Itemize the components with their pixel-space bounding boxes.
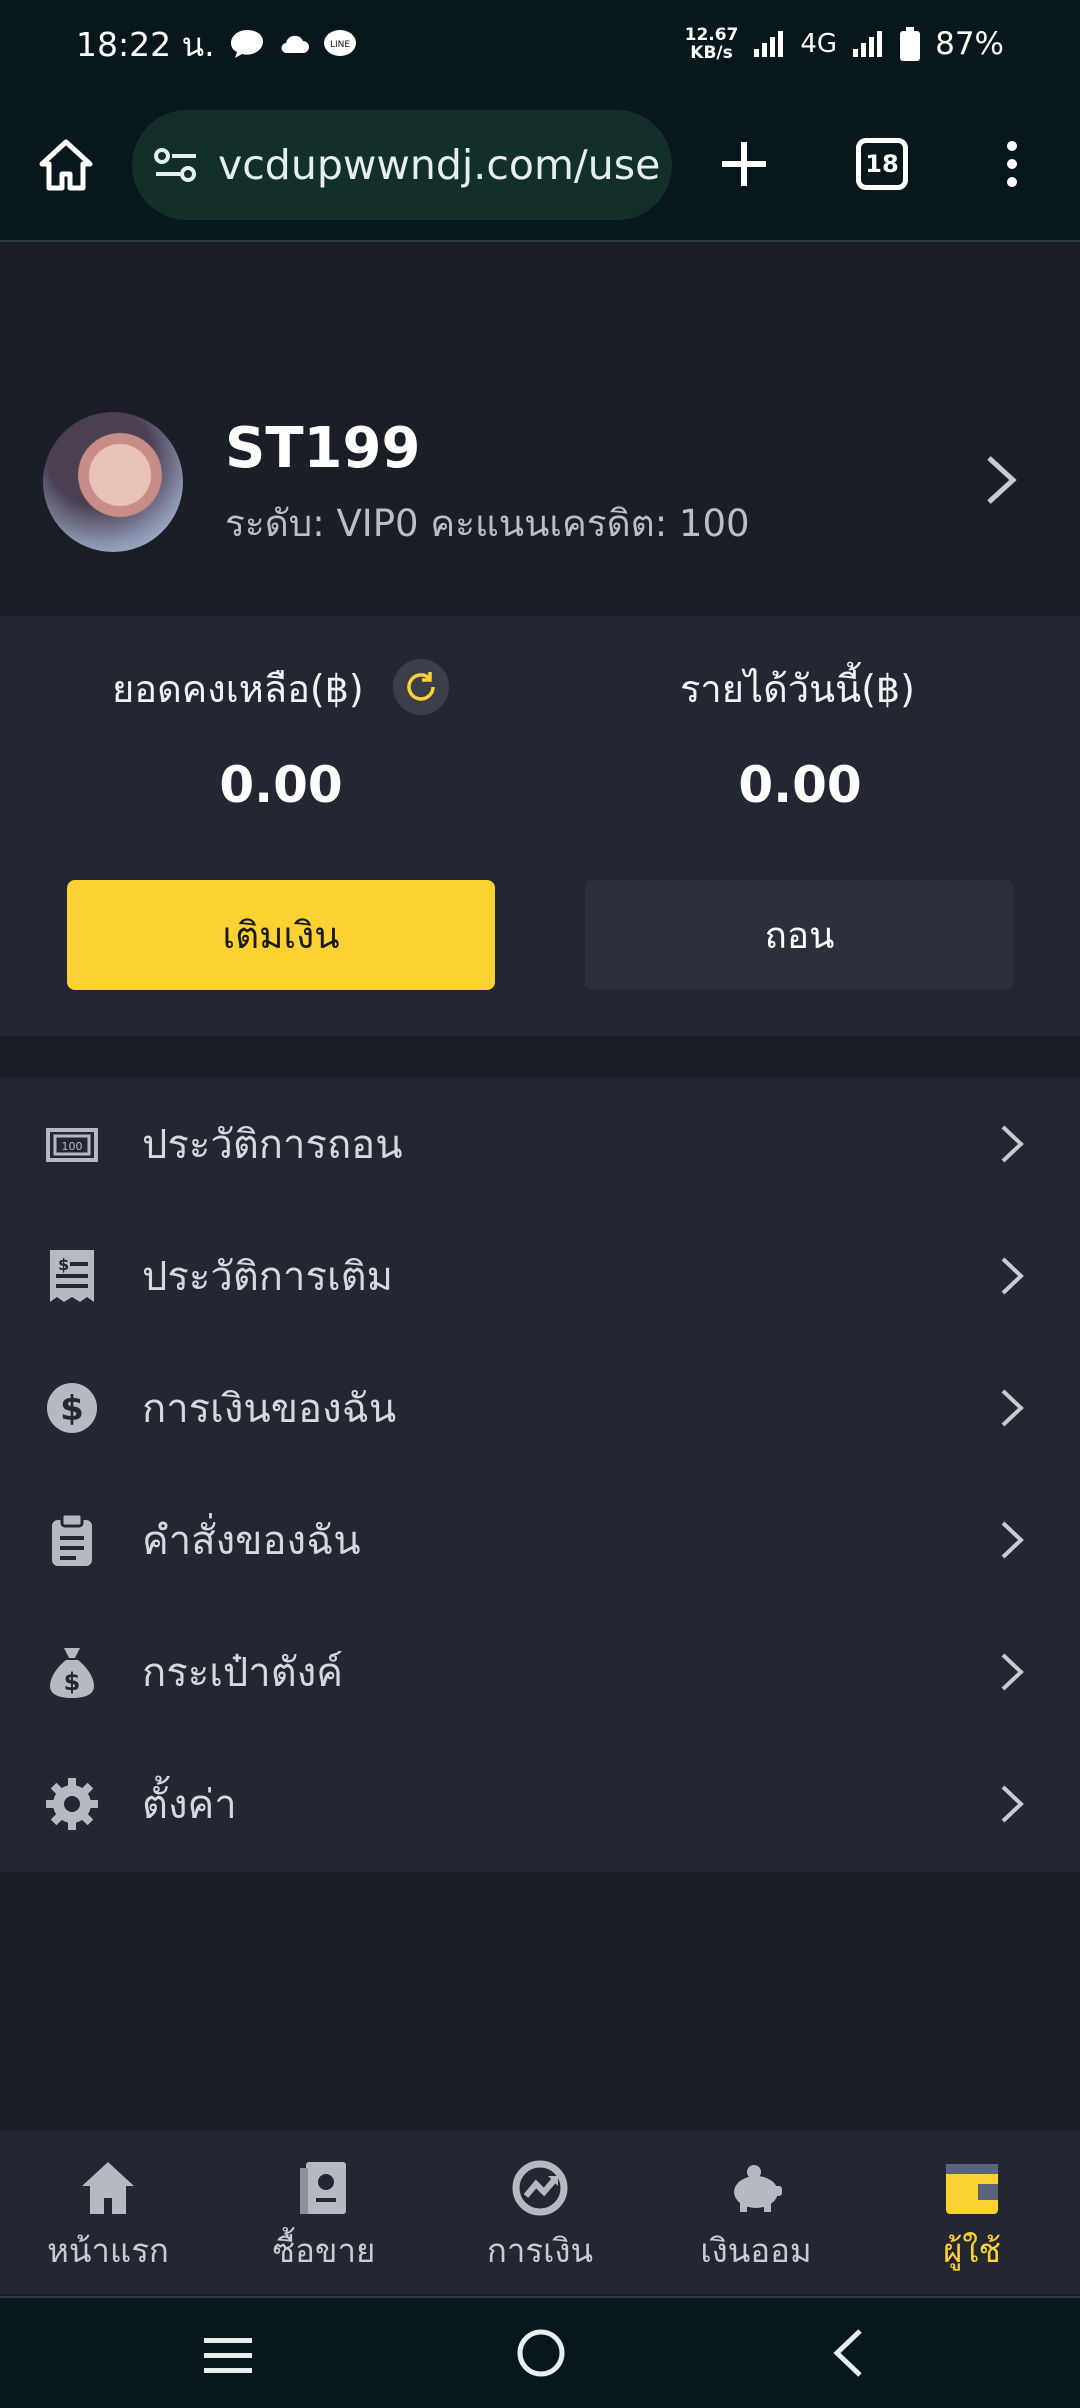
vip-level-credit: ระดับ: VIP0 คะแนนเครดิต: 100 — [225, 502, 750, 545]
new-tab-icon[interactable] — [720, 140, 768, 188]
dollar-icon: $ — [47, 1383, 97, 1433]
menu-item-withdraw-history[interactable]: 100 ประวัติการถอน — [0, 1078, 1080, 1210]
gear-icon — [46, 1778, 98, 1830]
menu-item-wallet[interactable]: $ กระเป๋าตังค์ — [0, 1606, 1080, 1738]
tab-switcher-button[interactable]: 18 — [856, 138, 908, 190]
tab-count: 18 — [865, 150, 899, 178]
menu-item-my-finance[interactable]: $ การเงินของฉัน — [0, 1342, 1080, 1474]
network-type: 4G — [800, 29, 838, 59]
clipboard-icon — [52, 1512, 92, 1566]
svg-text:100: 100 — [62, 1140, 83, 1153]
svg-text:LINE: LINE — [330, 40, 350, 50]
tab-trade[interactable]: ซื้อขาย — [224, 2130, 424, 2294]
passport-icon — [300, 2162, 346, 2214]
menu-item-label: ประวัติการถอน — [142, 1122, 403, 1168]
tab-label: ผู้ใช้ — [943, 2231, 1001, 2270]
menu-item-label: การเงินของฉัน — [142, 1386, 397, 1432]
net-speed: 12.67 KB/s — [684, 25, 739, 63]
address-bar[interactable]: vcdupwwndj.com/use — [132, 110, 672, 220]
today-income-label: รายได้วันนี้(฿) — [680, 667, 915, 711]
exchange-icon — [512, 2160, 568, 2216]
menu-item-label: คำสั่งของฉัน — [142, 1518, 361, 1564]
url-text: vcdupwwndj.com/use — [218, 141, 661, 189]
home-icon — [82, 2162, 134, 2214]
menu-item-deposit-history[interactable]: $ ประวัติการเติม — [0, 1210, 1080, 1342]
receipt-icon: $ — [50, 1250, 94, 1302]
tab-label: การเงิน — [486, 2231, 594, 2270]
battery-icon — [900, 27, 921, 61]
battery-level: 87% — [935, 26, 1004, 62]
chevron-right-icon — [1001, 1653, 1024, 1691]
today-income-value: 0.00 — [738, 756, 862, 814]
chat-bubble-icon — [230, 30, 263, 58]
wallet-icon — [946, 2164, 998, 2214]
tab-label: เงินออม — [700, 2231, 812, 2270]
status-bar: 18:22 น. LINE 12.67 KB/s 4G 87% — [0, 0, 1080, 88]
chevron-right-icon — [1001, 1521, 1024, 1559]
piggy-bank-icon — [734, 2165, 782, 2212]
tab-home[interactable]: หน้าแรก — [8, 2130, 208, 2294]
balance-value: 0.00 — [219, 756, 343, 814]
signal-2-icon — [853, 31, 883, 57]
line-app-icon: LINE — [323, 30, 356, 56]
bottom-tab-bar: หน้าแรก ซื้อขาย การเงิน เงินออม ผู้ใช้ — [0, 2130, 1080, 2294]
username: ST199 — [225, 416, 421, 481]
tab-label: ซื้อขาย — [272, 2231, 376, 2270]
menu-item-my-orders[interactable]: คำสั่งของฉัน — [0, 1474, 1080, 1606]
balance-label: ยอดคงเหลือ(฿) — [112, 667, 364, 711]
balance-panel: ยอดคงเหลือ(฿) รายได้วันนี้(฿) 0.00 0.00 … — [0, 616, 1080, 1036]
refresh-icon — [407, 672, 435, 701]
signal-icon — [754, 31, 784, 57]
menu-item-label: กระเป๋าตังค์ — [142, 1650, 343, 1696]
chevron-right-icon — [1001, 1389, 1024, 1427]
svg-text:$: $ — [64, 1668, 81, 1696]
money-bag-icon: $ — [50, 1648, 94, 1698]
system-navigation-bar — [0, 2296, 1080, 2408]
chevron-right-icon — [1001, 1785, 1024, 1823]
back-icon[interactable] — [832, 2328, 864, 2378]
browser-toolbar: vcdupwwndj.com/use 18 — [0, 88, 1080, 242]
menu-item-settings[interactable]: ตั้งค่า — [0, 1738, 1080, 1870]
tab-user[interactable]: ผู้ใช้ — [872, 2130, 1072, 2294]
avatar — [43, 412, 183, 552]
clock: 18:22 น. — [76, 24, 215, 64]
deposit-button[interactable]: เติมเงิน — [67, 880, 495, 990]
cloud-icon — [281, 35, 309, 54]
menu-item-label: ประวัติการเติม — [142, 1254, 393, 1300]
home-circle-icon[interactable] — [516, 2328, 566, 2378]
svg-text:$: $ — [60, 1389, 84, 1429]
recent-apps-icon[interactable] — [202, 2336, 254, 2376]
withdraw-button[interactable]: ถอน — [585, 880, 1014, 990]
tab-label: หน้าแรก — [47, 2231, 169, 2270]
menu-item-label: ตั้งค่า — [142, 1782, 237, 1828]
cash-icon: 100 — [46, 1128, 98, 1162]
chevron-right-icon — [987, 456, 1017, 504]
profile-header[interactable]: ST199 ระดับ: VIP0 คะแนนเครดิต: 100 — [0, 244, 1080, 616]
chevron-right-icon — [1001, 1257, 1024, 1295]
chevron-right-icon — [1001, 1125, 1024, 1163]
home-button-icon[interactable] — [38, 138, 94, 192]
site-settings-icon[interactable] — [154, 147, 198, 183]
account-menu: 100 ประวัติการถอน $ ประวัติการเติม $ การ… — [0, 1078, 1080, 1872]
more-options-icon[interactable] — [1004, 140, 1020, 188]
svg-text:$: $ — [58, 1255, 69, 1274]
refresh-balance-button[interactable] — [393, 659, 449, 715]
tab-finance[interactable]: การเงิน — [440, 2130, 640, 2294]
account-page: ST199 ระดับ: VIP0 คะแนนเครดิต: 100 ยอดคง… — [0, 244, 1080, 2130]
tab-savings[interactable]: เงินออม — [656, 2130, 856, 2294]
